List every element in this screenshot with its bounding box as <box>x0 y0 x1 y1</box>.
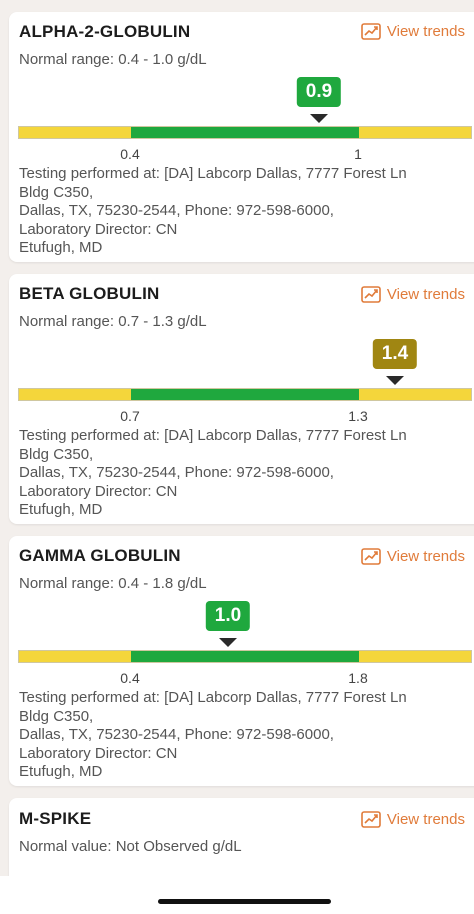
lab-info-line: Testing performed at: [DA] Labcorp Dalla… <box>19 689 407 706</box>
trend-chart-icon <box>361 548 381 565</box>
view-trends-link[interactable]: View trends <box>361 23 465 40</box>
range-bar <box>18 388 472 401</box>
view-trends-label: View trends <box>386 286 465 303</box>
high-limit-label: 1.3 <box>348 408 368 424</box>
test-title: GAMMA GLOBULIN <box>19 546 181 565</box>
view-trends-label: View trends <box>386 548 465 565</box>
view-trends-link[interactable]: View trends <box>361 548 465 565</box>
normal-range-segment <box>131 127 359 138</box>
home-indicator[interactable] <box>158 899 331 904</box>
lab-info-line: Laboratory Director: CN <box>19 744 178 762</box>
lab-info-line: Testing performed at: [DA] Labcorp Dalla… <box>19 427 407 444</box>
test-title: ALPHA-2-GLOBULIN <box>19 22 191 41</box>
lab-info-line: Dallas, TX, 75230-2544, Phone: 972-598-6… <box>19 202 334 219</box>
result-card-alpha-2-globulin: ALPHA-2-GLOBULIN View trends Normal rang… <box>9 12 474 262</box>
lab-info-line: Bldg C350, <box>19 445 94 463</box>
result-pointer-icon <box>219 638 237 647</box>
lab-info-line: Etufugh, MD <box>19 239 103 256</box>
normal-range-text: Normal range: 0.4 - 1.0 g/dL <box>19 51 207 68</box>
lab-info: Testing performed at: [DA] Labcorp Dalla… <box>19 689 469 782</box>
range-bar <box>18 126 472 139</box>
normal-range-segment <box>131 651 359 662</box>
lab-info-line: Dallas, TX, 75230-2544, Phone: 972-598-6… <box>19 726 334 743</box>
test-title: M-SPIKE <box>19 809 92 828</box>
trend-chart-icon <box>361 286 381 303</box>
range-bar <box>18 650 472 663</box>
low-limit-label: 0.4 <box>120 670 140 686</box>
lab-info-line: Bldg C350, <box>19 183 94 201</box>
normal-range-text: Normal range: 0.4 - 1.8 g/dL <box>19 575 207 592</box>
result-card-beta-globulin: BETA GLOBULIN View trends Normal range: … <box>9 274 474 524</box>
low-limit-label: 0.4 <box>120 146 140 162</box>
lab-info-line: Testing performed at: [DA] Labcorp Dalla… <box>19 165 407 182</box>
result-pointer-icon <box>386 376 404 385</box>
test-title: BETA GLOBULIN <box>19 284 160 303</box>
lab-info-line: Laboratory Director: CN <box>19 482 178 500</box>
lab-info-line: Bldg C350, <box>19 707 94 725</box>
view-trends-label: View trends <box>386 811 465 828</box>
bottom-safe-area <box>0 876 474 914</box>
result-value-badge: 1.0 <box>205 601 251 631</box>
result-value-badge: 0.9 <box>296 77 342 107</box>
lab-info: Testing performed at: [DA] Labcorp Dalla… <box>19 165 469 258</box>
view-trends-link[interactable]: View trends <box>361 286 465 303</box>
normal-range-text: Normal range: 0.7 - 1.3 g/dL <box>19 313 207 330</box>
lab-info-line: Etufugh, MD <box>19 763 103 780</box>
lab-info-line: Etufugh, MD <box>19 501 103 518</box>
high-limit-label: 1.8 <box>348 670 368 686</box>
normal-value-text: Normal value: Not Observed g/dL <box>19 838 242 855</box>
lab-info-line: Laboratory Director: CN <box>19 220 178 238</box>
low-limit-label: 0.7 <box>120 408 140 424</box>
view-trends-link[interactable]: View trends <box>361 811 465 828</box>
lab-info: Testing performed at: [DA] Labcorp Dalla… <box>19 427 469 520</box>
trend-chart-icon <box>361 23 381 40</box>
result-value-badge: 1.4 <box>372 339 418 369</box>
result-card-gamma-globulin: GAMMA GLOBULIN View trends Normal range:… <box>9 536 474 786</box>
normal-range-segment <box>131 389 359 400</box>
lab-info-line: Dallas, TX, 75230-2544, Phone: 972-598-6… <box>19 464 334 481</box>
trend-chart-icon <box>361 811 381 828</box>
view-trends-label: View trends <box>386 23 465 40</box>
result-pointer-icon <box>310 114 328 123</box>
high-limit-label: 1 <box>354 146 362 162</box>
